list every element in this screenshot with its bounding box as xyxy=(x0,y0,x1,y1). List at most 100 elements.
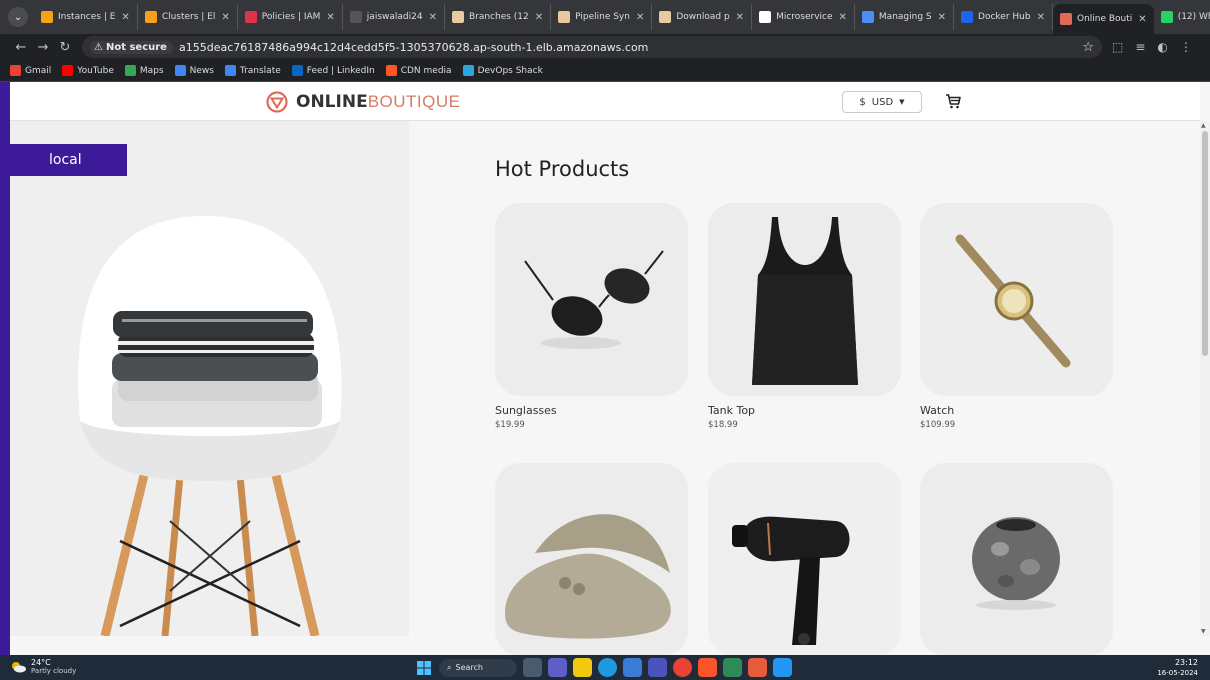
tab-close-icon[interactable]: ✕ xyxy=(1138,14,1146,25)
tab-close-icon[interactable]: ✕ xyxy=(1037,12,1045,23)
browser-tab[interactable]: Branches (12 ✕ xyxy=(445,4,552,30)
browser-tab[interactable]: Clusters | El ✕ xyxy=(138,4,238,30)
product-image[interactable] xyxy=(708,463,901,655)
teams-chat-icon[interactable] xyxy=(548,658,567,677)
chevron-down-icon: ▼ xyxy=(899,98,905,106)
logo-text-thin: BOUTIQUE xyxy=(367,92,461,111)
tab-close-icon[interactable]: ✕ xyxy=(121,12,129,23)
tab-close-icon[interactable]: ✕ xyxy=(938,12,946,23)
reading-list-icon[interactable]: ≡ xyxy=(1135,40,1145,54)
browser-tab[interactable]: Pipeline Syn ✕ xyxy=(551,4,653,30)
product-image[interactable] xyxy=(920,463,1113,655)
product-name[interactable]: Tank Top xyxy=(708,404,901,417)
tab-close-icon[interactable]: ✕ xyxy=(736,12,744,23)
task-view-icon[interactable] xyxy=(523,658,542,677)
product-card[interactable] xyxy=(708,463,901,655)
browser-tab[interactable]: Docker Hub ✕ xyxy=(954,4,1053,30)
scroll-down-icon[interactable]: ▼ xyxy=(1201,628,1206,635)
app-icon[interactable] xyxy=(748,658,767,677)
bookmark-label: YouTube xyxy=(77,65,114,76)
tab-close-icon[interactable]: ✕ xyxy=(636,12,644,23)
forward-icon[interactable]: → xyxy=(32,40,54,55)
tab-close-icon[interactable]: ✕ xyxy=(429,12,437,23)
browser-tab[interactable]: Managing S ✕ xyxy=(855,4,955,30)
bookmark-item[interactable]: Gmail xyxy=(10,65,51,76)
tab-favicon-icon xyxy=(144,11,157,23)
browser-tab[interactable]: Policies | IAM ✕ xyxy=(238,4,343,30)
browser-tab-bar: ⌄ Instances | E ✕ Clusters | El ✕ Policies |… xyxy=(0,0,1210,34)
system-clock[interactable]: 23:12 16-05-2024 xyxy=(1157,658,1198,678)
browser-menu-icon[interactable]: ⋮ xyxy=(1180,40,1192,54)
bookmark-item[interactable]: CDN media xyxy=(385,65,452,76)
photos-icon[interactable] xyxy=(723,658,742,677)
product-image[interactable] xyxy=(708,203,901,396)
extensions-icon[interactable]: ⬚ xyxy=(1112,40,1123,54)
weather-widget[interactable]: 24°C Partly cloudy xyxy=(10,658,76,676)
tab-favicon-icon xyxy=(1160,11,1173,23)
bookmark-item[interactable]: YouTube xyxy=(62,65,114,76)
product-card[interactable] xyxy=(495,463,688,655)
tab-title: Docker Hub xyxy=(978,12,1031,22)
site-logo[interactable]: ONLINEBOUTIQUE xyxy=(266,91,460,113)
profile-icon[interactable]: ◐ xyxy=(1157,40,1167,54)
browser-tab[interactable]: Download p ✕ xyxy=(652,4,753,30)
back-icon[interactable]: ← xyxy=(10,40,32,55)
browser-tab[interactable]: Microservice ✕ xyxy=(752,4,855,30)
product-card[interactable]: Sunglasses $19.99 xyxy=(495,203,688,430)
brave-icon[interactable] xyxy=(698,658,717,677)
product-image[interactable] xyxy=(495,463,688,655)
product-card[interactable]: Watch $109.99 xyxy=(920,203,1113,430)
browser-toolbar: ← → ↻ ⚠ Not secure a155deac76187486a994c… xyxy=(0,34,1210,60)
reload-icon[interactable]: ↻ xyxy=(54,40,76,55)
bookmark-label: DevOps Shack xyxy=(477,65,543,76)
bookmark-label: CDN media xyxy=(400,65,452,76)
not-secure-badge[interactable]: ⚠ Not secure xyxy=(90,40,173,54)
windows-start-icon[interactable] xyxy=(414,658,433,677)
address-bar[interactable]: ⚠ Not secure a155deac76187486a994c12d4ce… xyxy=(82,36,1102,58)
bookmark-item[interactable]: Feed | LinkedIn xyxy=(291,65,375,76)
browser-tab[interactable]: Instances | E ✕ xyxy=(34,4,138,30)
tab-search-chevron-icon[interactable]: ⌄ xyxy=(8,7,28,27)
bookmark-favicon-icon xyxy=(462,65,474,76)
tab-title: Managing S xyxy=(878,12,932,22)
tab-close-icon[interactable]: ✕ xyxy=(221,12,229,23)
product-card[interactable]: Tank Top $18.99 xyxy=(708,203,901,430)
scrollbar-thumb[interactable] xyxy=(1202,131,1208,356)
product-price: $18.99 xyxy=(708,420,738,430)
file-explorer-icon[interactable] xyxy=(573,658,592,677)
product-image[interactable] xyxy=(495,203,688,396)
chrome-icon[interactable] xyxy=(673,658,692,677)
web-page: ONLINEBOUTIQUE $ USD ▼ local Hot Product… xyxy=(0,82,1210,655)
tab-title: jaiswaladi24 xyxy=(366,12,423,22)
product-name[interactable]: Watch xyxy=(920,404,1113,417)
teams-icon[interactable] xyxy=(648,658,667,677)
url-text[interactable]: a155deac76187486a994c12d4cedd5f5-1305370… xyxy=(179,41,648,54)
bookmark-item[interactable]: Translate xyxy=(224,65,281,76)
cart-icon[interactable] xyxy=(944,92,962,110)
warning-icon: ⚠ xyxy=(94,41,103,53)
browser-tab[interactable]: jaiswaladi24 ✕ xyxy=(343,4,445,30)
tab-close-icon[interactable]: ✕ xyxy=(839,12,847,23)
browser-tab[interactable]: Online Bouti ✕ xyxy=(1052,4,1154,34)
edge-icon[interactable] xyxy=(598,658,617,677)
tab-title: Download p xyxy=(676,12,730,22)
notepad-icon[interactable] xyxy=(773,658,792,677)
product-price: $109.99 xyxy=(920,420,956,430)
browser-tab[interactable]: (12) WhatsA✕ xyxy=(1154,4,1210,30)
temperature: 24°C xyxy=(31,658,51,667)
bookmark-item[interactable]: DevOps Shack xyxy=(462,65,543,76)
product-card[interactable] xyxy=(920,463,1113,655)
bookmark-item[interactable]: News xyxy=(174,65,214,76)
tab-close-icon[interactable]: ✕ xyxy=(326,12,334,23)
product-image[interactable] xyxy=(920,203,1113,396)
taskbar-search[interactable]: ⌕ Search xyxy=(439,658,517,677)
tab-close-icon[interactable]: ✕ xyxy=(535,12,543,23)
bookmark-star-icon[interactable]: ☆ xyxy=(1082,40,1094,55)
site-header: ONLINEBOUTIQUE $ USD ▼ xyxy=(10,82,1200,121)
store-icon[interactable] xyxy=(623,658,642,677)
currency-select[interactable]: $ USD ▼ xyxy=(842,91,922,113)
product-name[interactable]: Sunglasses xyxy=(495,404,688,417)
scroll-up-icon[interactable]: ▲ xyxy=(1201,122,1206,129)
bookmark-item[interactable]: Maps xyxy=(124,65,164,76)
page-scrollbar[interactable]: ▲ ▼ xyxy=(1200,121,1210,636)
